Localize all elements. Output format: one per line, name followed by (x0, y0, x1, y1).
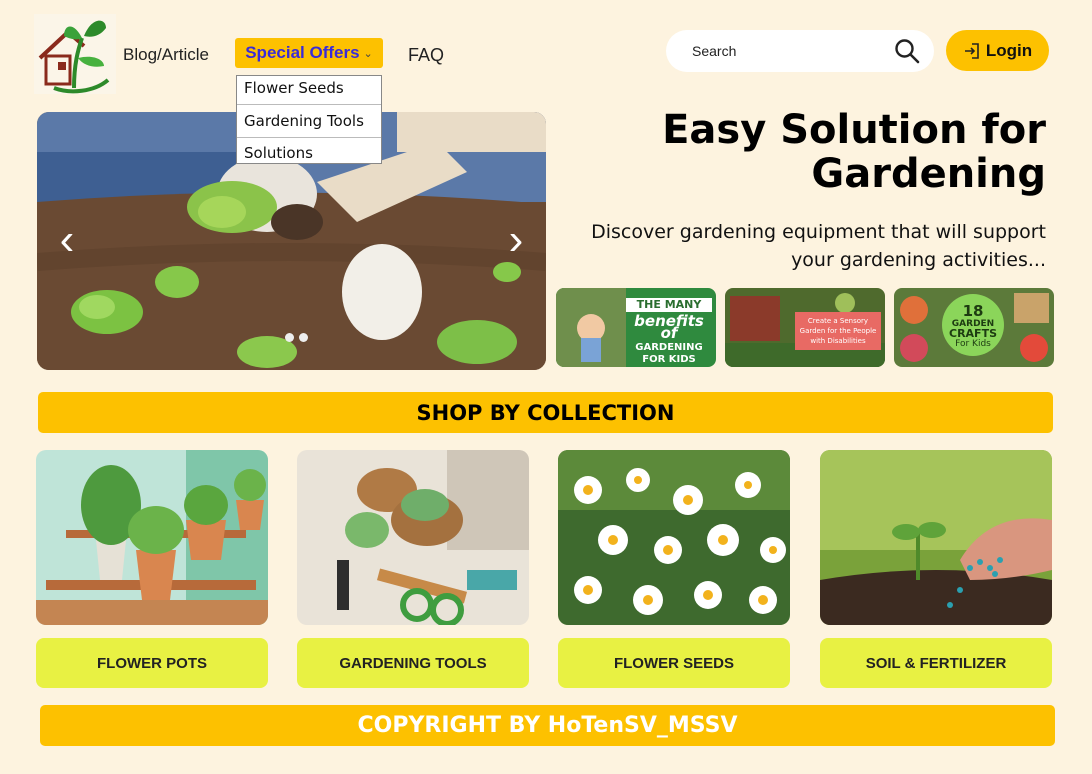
search-input[interactable] (690, 42, 894, 60)
thumbnail-3-caption: 18 GARDEN CRAFTS For Kids (942, 294, 1004, 356)
dropdown-item-gardening-tools[interactable]: Gardening Tools (237, 105, 381, 138)
slider-next-button[interactable]: › (496, 218, 536, 262)
hero-title-line1: Easy Solution for (662, 107, 1046, 153)
chevron-down-icon: ⌄ (363, 47, 373, 60)
collection-image-soil-fertilizer[interactable] (820, 450, 1052, 625)
flower-seeds-photo (558, 450, 790, 625)
slider-dot[interactable] (299, 333, 308, 342)
slider-prev-button[interactable]: ‹ (47, 218, 87, 262)
nav-special-offers-label: Special Offers (245, 43, 360, 62)
thumbnail-benefits-gardening-kids[interactable]: THE MANY benefits of GARDENING FOR KIDS (556, 288, 716, 367)
search-icon[interactable] (894, 38, 920, 64)
slider-dots (285, 333, 308, 342)
thumbnail-2-caption: Create a Sensory Garden for the People w… (795, 312, 881, 350)
flower-pots-photo (36, 450, 268, 625)
site-logo[interactable] (34, 14, 116, 94)
search-bar (666, 30, 934, 72)
slider-dot[interactable] (285, 333, 294, 342)
collection-button-flower-seeds[interactable]: FLOWER SEEDS (558, 638, 790, 688)
hero-subtitle: Discover gardening equipment that will s… (586, 218, 1046, 274)
nav-blog-article[interactable]: Blog/Article (123, 45, 209, 65)
collection-image-gardening-tools[interactable] (297, 450, 529, 625)
thumbnail-garden-crafts[interactable]: 18 GARDEN CRAFTS For Kids (894, 288, 1054, 367)
dropdown-item-solutions[interactable]: Solutions (237, 138, 381, 163)
collection-button-gardening-tools[interactable]: GARDENING TOOLS (297, 638, 529, 688)
gardening-tools-photo (297, 450, 529, 625)
dropdown-item-flower-seeds[interactable]: Flower Seeds (237, 76, 381, 105)
thumbnail-sensory-garden[interactable]: Create a Sensory Garden for the People w… (725, 288, 885, 367)
nav-faq[interactable]: FAQ (408, 45, 444, 66)
login-arrow-icon (964, 42, 979, 59)
chevron-left-icon: ‹ (59, 215, 75, 264)
hero-title: Easy Solution for Gardening (566, 108, 1046, 196)
hero-subtitle-line2: your gardening activities... (791, 249, 1046, 271)
house-plant-logo-icon (34, 14, 116, 94)
thumbnail-1-caption: THE MANY benefits of GARDENING FOR KIDS (626, 298, 712, 366)
collection-image-flower-seeds[interactable] (558, 450, 790, 625)
nav-special-offers[interactable]: Special Offers ⌄ (235, 38, 383, 68)
collection-button-flower-pots[interactable]: FLOWER POTS (36, 638, 268, 688)
chevron-right-icon: › (508, 215, 524, 264)
footer-copyright: COPYRIGHT BY HoTenSV_MSSV (40, 705, 1055, 746)
login-button[interactable]: Login (946, 30, 1049, 71)
hero-title-line2: Gardening (811, 151, 1046, 197)
special-offers-dropdown: Flower Seeds Gardening Tools Solutions (236, 75, 382, 164)
collection-image-flower-pots[interactable] (36, 450, 268, 625)
soil-fertilizer-photo (820, 450, 1052, 625)
shop-by-collection-heading: SHOP BY COLLECTION (38, 392, 1053, 433)
collection-button-soil-fertilizer[interactable]: SOIL & FERTILIZER (820, 638, 1052, 688)
hero-subtitle-line1: Discover gardening equipment that will s… (591, 221, 1046, 243)
login-label: Login (985, 40, 1033, 60)
